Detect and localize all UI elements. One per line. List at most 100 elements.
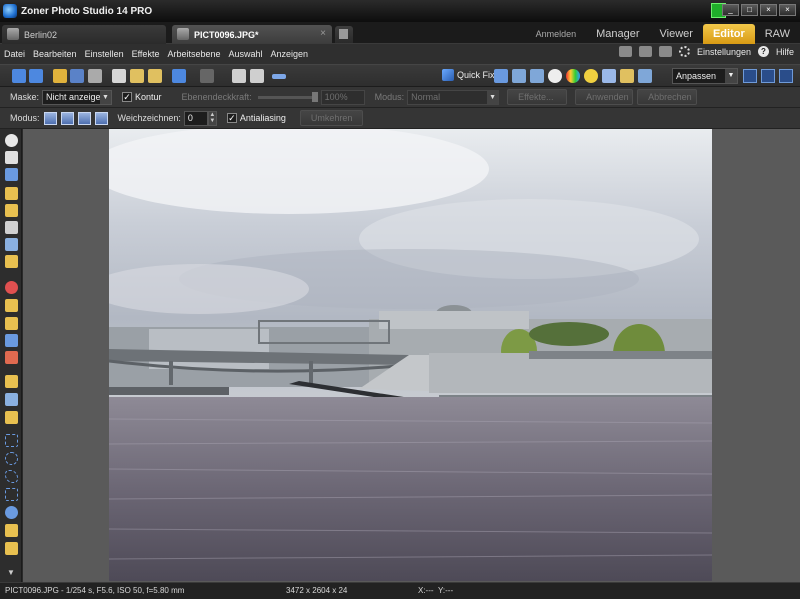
magic-wand-tool-icon[interactable] [5, 524, 18, 537]
invert-selection-button[interactable]: Umkehren [299, 110, 364, 126]
login-button[interactable]: Anmelden [526, 24, 587, 44]
paste-icon[interactable] [130, 69, 144, 83]
new-tab-button[interactable] [335, 26, 353, 43]
settings-button[interactable]: Einstellungen [697, 47, 751, 57]
fit-height-icon[interactable] [761, 69, 775, 83]
tab-viewer[interactable]: Viewer [650, 24, 703, 44]
canvas-tool-icon[interactable] [5, 255, 18, 268]
perspective-tool-icon[interactable] [5, 204, 18, 217]
lens-correction-tool-icon[interactable] [5, 238, 18, 251]
minimize-button[interactable]: _ [722, 4, 739, 16]
edited-photo[interactable] [109, 129, 712, 581]
print-queue-icon[interactable] [638, 46, 652, 57]
tab-manager[interactable]: Manager [586, 24, 649, 44]
mask-value: Nicht anzeigen [46, 91, 106, 102]
redo-icon[interactable] [200, 69, 214, 83]
copy-icon[interactable] [112, 69, 126, 83]
antialiasing-checkbox[interactable]: ✓ Antialiasing [226, 113, 286, 123]
color-fix-tool-icon[interactable] [5, 351, 18, 364]
editor-canvas[interactable] [23, 129, 800, 582]
ruler-icon[interactable] [272, 74, 286, 79]
effects-button[interactable]: Effekte... [507, 89, 568, 105]
selection-new-icon[interactable] [43, 111, 57, 125]
help-button[interactable]: Hilfe [776, 47, 794, 57]
rect-select-tool-icon[interactable] [5, 434, 18, 447]
straighten-tool-icon[interactable] [5, 187, 18, 200]
ellipse-select-tool-icon[interactable] [5, 452, 18, 465]
antialiasing-label: Antialiasing [239, 113, 286, 123]
selection-intersect-icon[interactable] [94, 111, 108, 125]
quick-fix-button[interactable]: Quick Fix [442, 69, 495, 81]
effects-dropdown-icon[interactable] [638, 69, 652, 83]
undo-icon[interactable] [172, 69, 186, 83]
magnetic-lasso-tool-icon[interactable] [5, 506, 18, 519]
compare-icon[interactable] [232, 69, 246, 83]
open-folder-icon[interactable] [53, 69, 67, 83]
blend-mode-select[interactable]: Normal ▼ [407, 89, 500, 105]
zoom-tool-icon[interactable] [5, 134, 18, 147]
zoom-select[interactable]: Anpassen ▼ [672, 68, 738, 84]
eraser-tool-icon[interactable] [5, 411, 18, 424]
menu-bearbeiten[interactable]: Bearbeiten [29, 49, 81, 59]
cloud-icon[interactable] [658, 46, 672, 57]
resize-tool-icon[interactable] [5, 221, 18, 234]
clone-stamp-tool-icon[interactable] [5, 299, 18, 312]
share-icon[interactable] [618, 46, 632, 57]
sharpen-icon[interactable] [602, 69, 616, 83]
selection-subtract-icon[interactable] [77, 111, 91, 125]
selection-add-icon[interactable] [60, 111, 74, 125]
menu-effekte[interactable]: Effekte [128, 49, 164, 59]
hand-tool-icon[interactable] [5, 151, 18, 164]
layer-opacity-input[interactable]: 100% [320, 89, 365, 105]
app-title: Zoner Photo Studio 14 PRO [21, 5, 153, 17]
menu-auswahl[interactable]: Auswahl [225, 49, 267, 59]
tab-editor[interactable]: Editor [702, 24, 755, 44]
apply-button[interactable]: Anwenden [575, 89, 634, 105]
palette-scroll-down-icon[interactable]: ▼ [7, 568, 15, 577]
menu-datei[interactable]: Datei [0, 49, 29, 59]
layer-opacity-slider[interactable] [257, 91, 318, 102]
tab-berlin02[interactable]: Berlin02 [2, 25, 166, 44]
fit-screen-icon[interactable] [743, 69, 757, 83]
landscape-icon[interactable] [620, 69, 634, 83]
lasso-tool-icon[interactable] [5, 470, 18, 483]
close-tab-button[interactable]: × [320, 28, 326, 39]
save-icon[interactable] [70, 69, 84, 83]
text-tool-icon[interactable] [5, 542, 18, 555]
gear-icon[interactable] [678, 46, 690, 57]
paste-as-new-icon[interactable] [148, 69, 162, 83]
exposure-icon[interactable] [548, 69, 562, 83]
fill-tool-icon[interactable] [5, 393, 18, 406]
forward-arrow-icon[interactable] [29, 69, 43, 83]
menu-anzeigen[interactable]: Anzeigen [267, 49, 313, 59]
help-icon[interactable]: ? [757, 46, 769, 57]
curves-icon[interactable] [530, 69, 544, 83]
retouch-tool-icon[interactable] [5, 334, 18, 347]
compare-split-icon[interactable] [250, 69, 264, 83]
menu-arbeitsebene[interactable]: Arbeitsebene [163, 49, 224, 59]
red-eye-tool-icon[interactable] [5, 281, 18, 294]
slider-thumb[interactable] [311, 91, 318, 102]
cancel-button[interactable]: Abbrechen [637, 89, 698, 105]
menu-einstellen[interactable]: Einstellen [81, 49, 128, 59]
levels-icon[interactable] [512, 69, 526, 83]
restore-button[interactable]: × [760, 4, 777, 16]
mask-select[interactable]: Nicht anzeigen ▼ [42, 89, 113, 105]
feather-input[interactable]: 0 [183, 110, 208, 126]
tab-pict0096[interactable]: PICT0096.JPG* × [172, 25, 332, 44]
print-icon[interactable] [88, 69, 102, 83]
polygon-lasso-tool-icon[interactable] [5, 488, 18, 501]
color-wheel-icon[interactable] [566, 69, 580, 83]
contrast-icon[interactable] [494, 69, 508, 83]
feather-stepper[interactable]: ▲ ▼ [207, 110, 217, 126]
healing-brush-tool-icon[interactable] [5, 317, 18, 330]
brightness-icon[interactable] [584, 69, 598, 83]
crop-tool-icon[interactable] [5, 168, 18, 181]
actual-size-icon[interactable] [779, 69, 793, 83]
back-arrow-icon[interactable] [12, 69, 26, 83]
brush-tool-icon[interactable] [5, 375, 18, 388]
tab-raw[interactable]: RAW [755, 24, 800, 44]
maximize-button[interactable]: □ [741, 4, 758, 16]
close-window-button[interactable]: × [779, 4, 796, 16]
contour-checkbox[interactable]: ✓ Kontur [122, 92, 162, 102]
